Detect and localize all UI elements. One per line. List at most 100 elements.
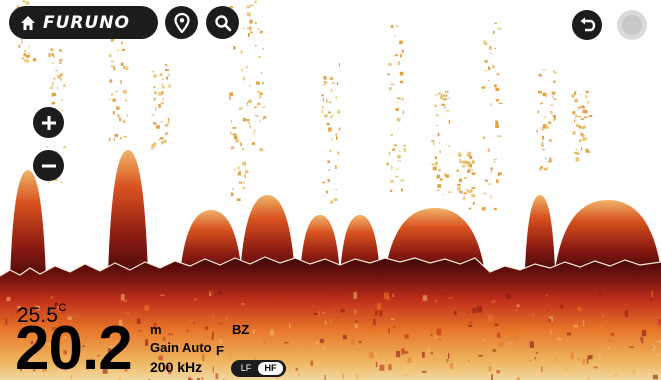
echo-speck bbox=[109, 137, 111, 141]
echo-speck bbox=[613, 373, 618, 377]
echo-speck bbox=[230, 192, 234, 197]
record-button[interactable] bbox=[617, 10, 647, 40]
echo-speck bbox=[379, 364, 385, 371]
echo-speck bbox=[238, 171, 241, 173]
echo-speck bbox=[168, 84, 171, 86]
echo-speck bbox=[331, 138, 333, 141]
echo-speck bbox=[468, 191, 473, 193]
echo-speck bbox=[243, 181, 245, 184]
echo-speck bbox=[254, 45, 257, 47]
echo-speck bbox=[322, 346, 325, 351]
echo-speck bbox=[313, 312, 318, 315]
echo-speck bbox=[577, 306, 581, 311]
echo-speck bbox=[435, 163, 437, 167]
echo-speck bbox=[437, 184, 442, 188]
echo-speck bbox=[468, 324, 473, 327]
zoom-out-button[interactable] bbox=[33, 150, 64, 181]
echo-speck bbox=[155, 125, 160, 128]
echo-speck bbox=[335, 165, 337, 170]
echo-speck bbox=[625, 362, 629, 365]
search-button[interactable] bbox=[206, 6, 239, 39]
echo-speck bbox=[549, 157, 552, 162]
echo-speck bbox=[580, 118, 585, 120]
echo-speck bbox=[582, 358, 585, 365]
echo-speck bbox=[120, 80, 122, 84]
home-button[interactable]: FURUNO bbox=[9, 6, 158, 39]
echo-speck bbox=[212, 366, 214, 373]
echo-speck bbox=[164, 123, 169, 127]
echo-speck bbox=[125, 99, 127, 102]
echo-speck bbox=[337, 151, 340, 155]
echo-speck bbox=[59, 49, 62, 52]
undo-button[interactable] bbox=[572, 10, 602, 40]
waypoint-button[interactable] bbox=[165, 6, 198, 39]
echo-speck bbox=[323, 76, 327, 80]
echo-speck bbox=[396, 351, 401, 358]
echo-speck bbox=[50, 86, 53, 89]
echo-speck bbox=[318, 311, 320, 317]
echo-speck bbox=[397, 154, 401, 159]
echo-speck bbox=[499, 135, 502, 138]
echo-speck bbox=[57, 86, 59, 90]
echo-speck bbox=[23, 53, 26, 57]
echo-speck bbox=[389, 88, 392, 91]
lf-option[interactable]: LF bbox=[234, 362, 258, 375]
echo-speck bbox=[239, 141, 241, 144]
echo-speck bbox=[392, 148, 396, 151]
echo-speck bbox=[399, 80, 404, 84]
echo-speck bbox=[467, 163, 470, 167]
echo-speck bbox=[24, 50, 27, 53]
echo-speck bbox=[160, 137, 164, 140]
echo-speck bbox=[439, 142, 441, 144]
echo-speck bbox=[63, 84, 66, 87]
echo-speck bbox=[608, 339, 611, 341]
echo-speck bbox=[59, 60, 62, 64]
zoom-in-button[interactable] bbox=[33, 107, 64, 138]
echo-speck bbox=[209, 290, 215, 294]
echo-speck bbox=[400, 53, 402, 58]
echo-speck bbox=[444, 95, 447, 97]
echo-speck bbox=[403, 374, 408, 377]
echo-speck bbox=[218, 290, 223, 295]
echo-speck bbox=[138, 329, 142, 332]
echo-speck bbox=[238, 166, 240, 170]
echo-speck bbox=[395, 175, 399, 178]
echo-speck bbox=[448, 145, 450, 148]
echo-speck bbox=[495, 124, 499, 128]
echo-speck bbox=[168, 86, 172, 88]
echo-speck bbox=[259, 148, 264, 152]
echo-speck bbox=[472, 201, 475, 205]
echo-speck bbox=[51, 62, 54, 65]
echo-speck bbox=[396, 168, 399, 170]
echo-speck bbox=[396, 102, 398, 104]
echo-speck bbox=[431, 163, 435, 166]
echo-speck bbox=[454, 361, 459, 364]
brand-logo: FURUNO bbox=[43, 12, 130, 33]
echo-speck bbox=[459, 160, 463, 164]
echo-speck bbox=[490, 53, 492, 55]
echo-speck bbox=[497, 27, 502, 30]
echo-speck bbox=[343, 335, 347, 340]
frequency-toggle[interactable]: LF HF bbox=[231, 360, 286, 377]
echo-speck bbox=[446, 110, 450, 112]
echo-speck bbox=[253, 130, 255, 135]
echo-speck bbox=[496, 370, 500, 374]
hf-option-selected[interactable]: HF bbox=[258, 362, 283, 375]
echo-speck bbox=[354, 324, 358, 328]
echo-speck bbox=[259, 30, 263, 34]
echo-speck bbox=[340, 309, 345, 313]
echo-speck bbox=[299, 350, 302, 354]
echo-speck bbox=[330, 88, 333, 92]
echo-speck bbox=[120, 62, 124, 66]
echo-speck bbox=[553, 297, 559, 300]
echo-speck bbox=[212, 314, 214, 320]
echo-speck bbox=[492, 65, 495, 69]
echo-speck bbox=[109, 54, 112, 58]
echo-speck bbox=[535, 351, 538, 354]
echo-speck bbox=[330, 200, 333, 204]
echo-speck bbox=[230, 131, 232, 135]
echo-speck bbox=[327, 179, 330, 182]
echo-speck bbox=[353, 309, 357, 315]
echo-speck bbox=[389, 87, 392, 89]
echo-speck bbox=[446, 359, 449, 361]
